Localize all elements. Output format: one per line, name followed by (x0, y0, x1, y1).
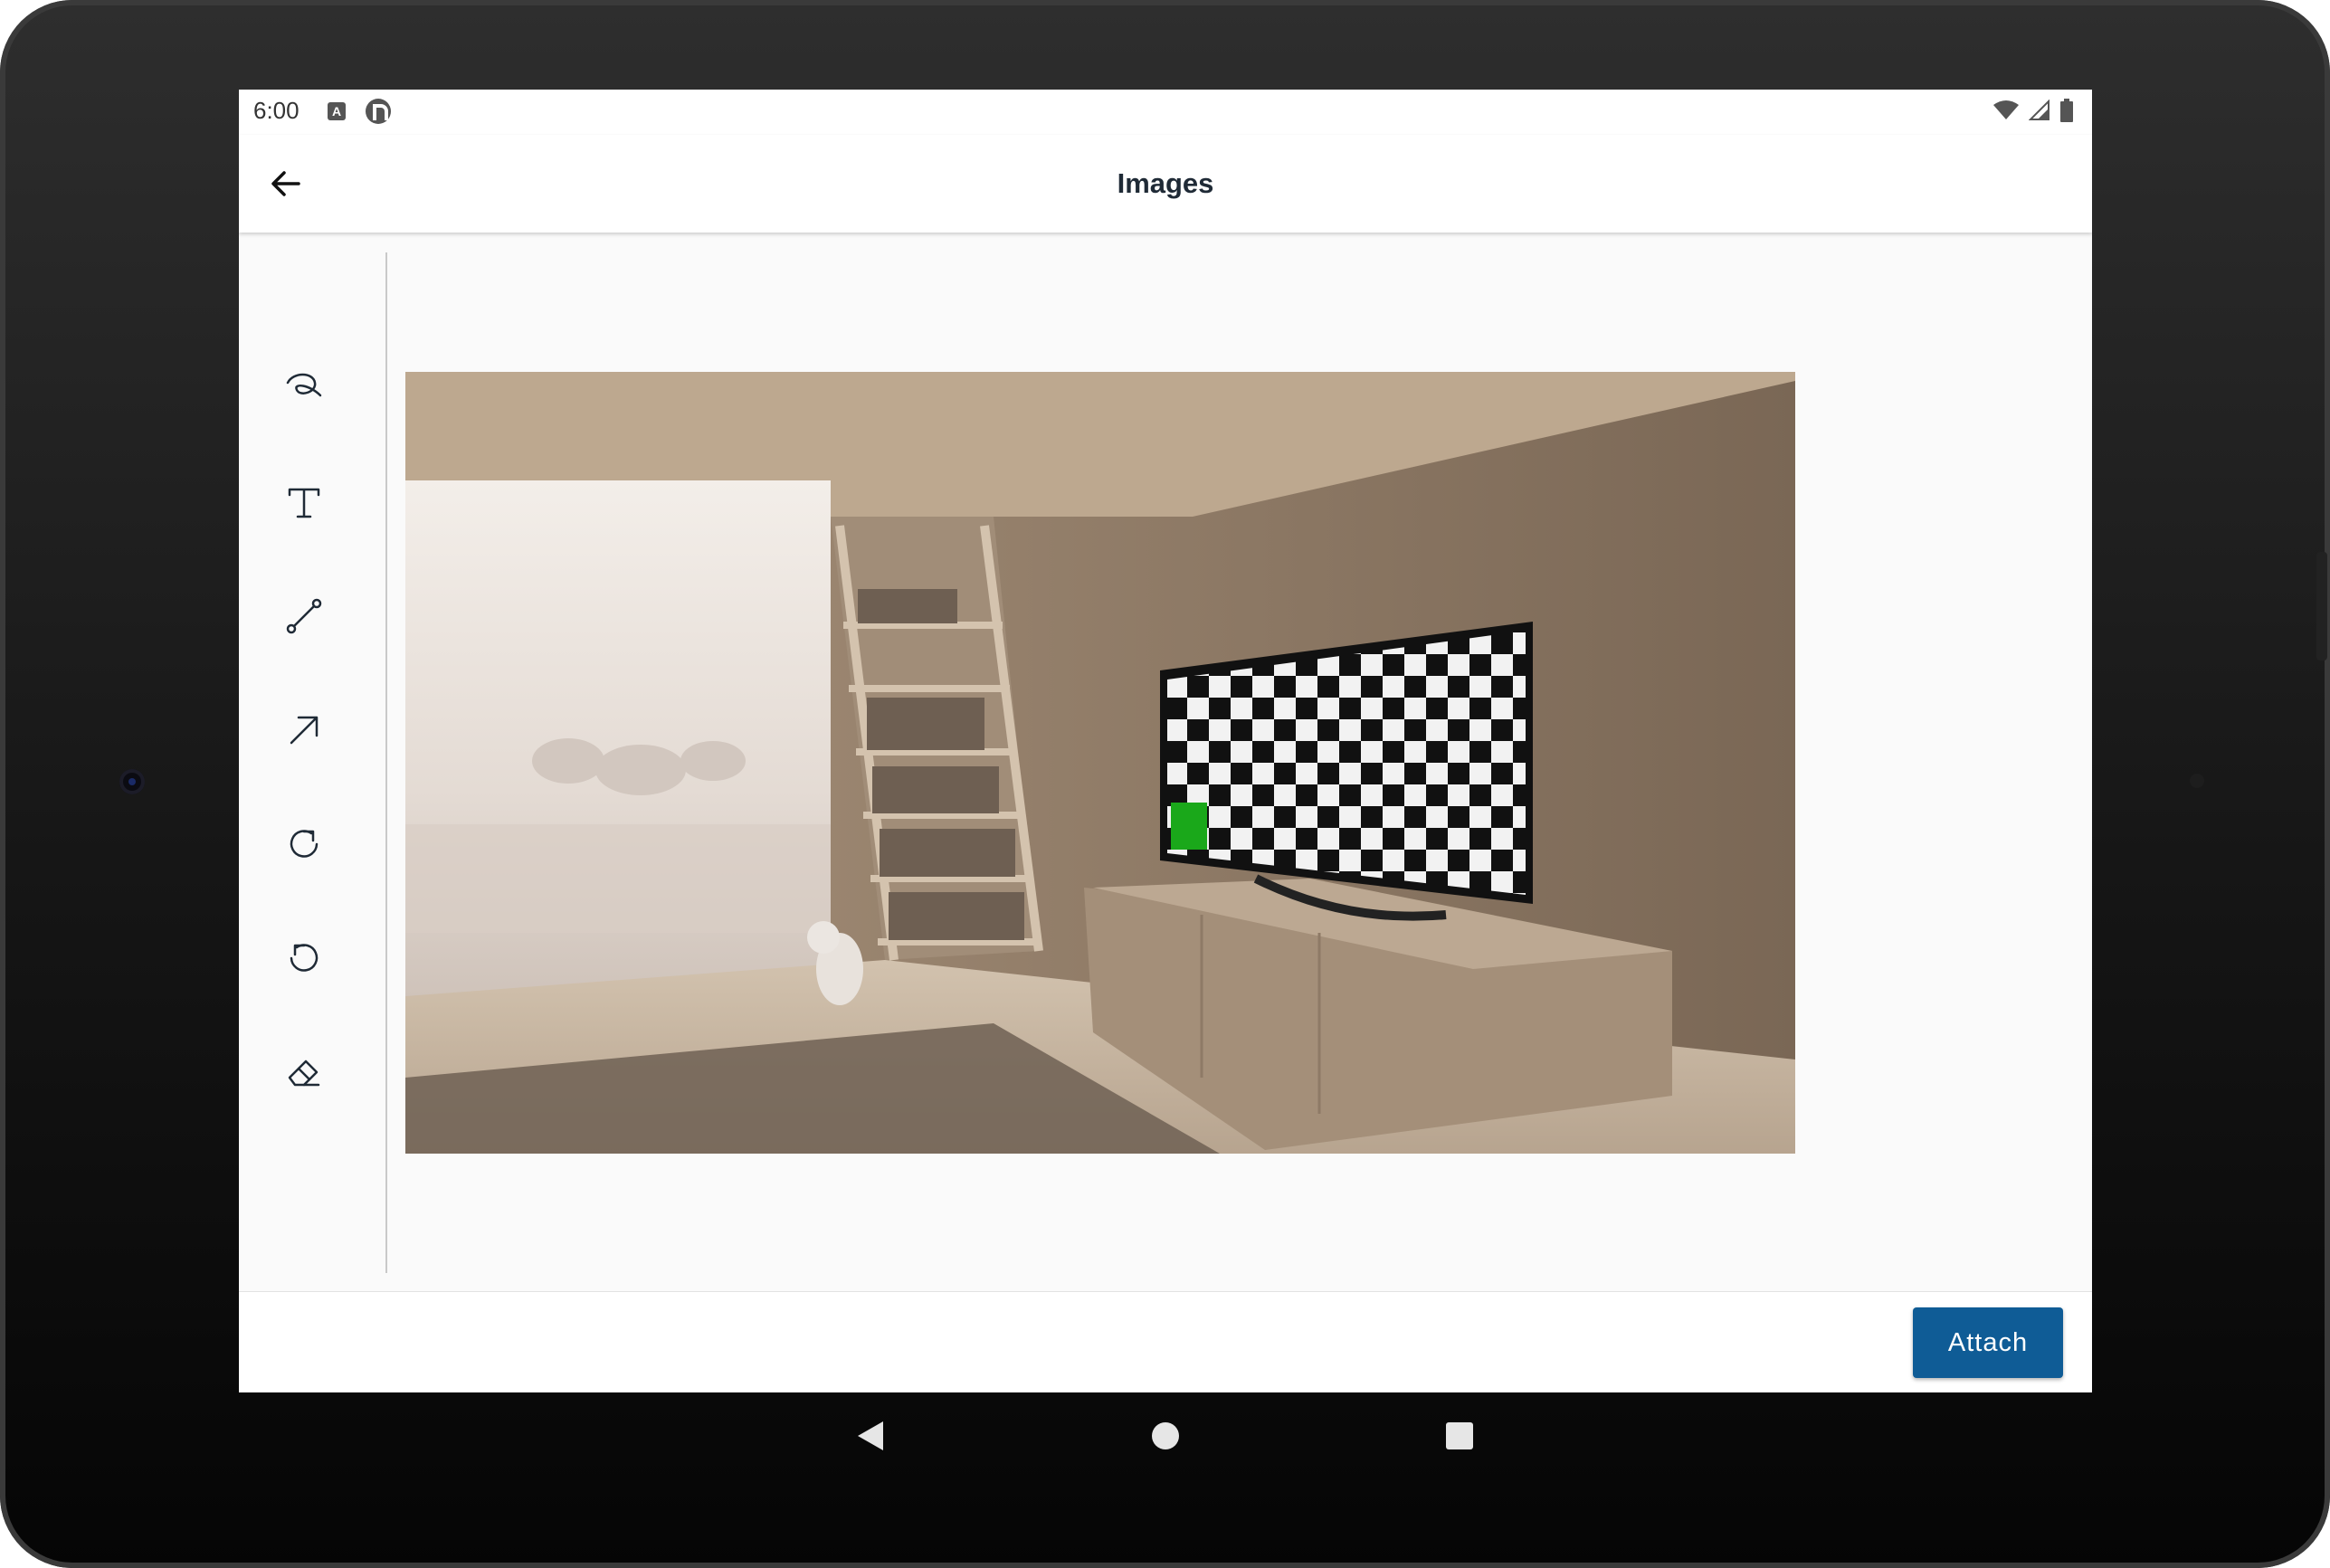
volume-button (2316, 552, 2327, 660)
status-bar: 6:00 A (239, 90, 2092, 135)
undo-tool[interactable] (275, 929, 333, 987)
back-triangle-icon[interactable] (854, 1420, 887, 1452)
toolbar-divider (385, 252, 387, 1273)
eraser-tool[interactable] (275, 1043, 333, 1101)
text-icon (288, 488, 320, 518)
signal-icon (2029, 100, 2049, 120)
line-icon (286, 598, 322, 634)
screen: 6:00 A Images Attach (239, 90, 2092, 1392)
system-nav-bar (239, 1392, 2092, 1479)
app-bar: Images (239, 135, 2092, 233)
freehand-draw-tool[interactable] (275, 359, 333, 417)
p-icon (366, 99, 391, 124)
arrow-tool[interactable] (275, 701, 333, 759)
status-time: 6:00 (253, 97, 300, 124)
sensor (2190, 774, 2204, 788)
annotation-canvas-image[interactable] (405, 372, 1795, 1154)
tablet-device: 6:00 A Images Attach (0, 0, 2330, 1568)
scribble-icon (286, 373, 322, 397)
front-camera (119, 769, 145, 794)
photo-room-with-tv (405, 372, 1795, 1154)
status-right-icons (1992, 99, 2074, 122)
battery-icon (2060, 99, 2073, 122)
arrow-icon (290, 716, 319, 745)
attach-button[interactable]: Attach (1913, 1307, 2063, 1378)
wifi-icon (1993, 100, 2019, 119)
back-button[interactable] (261, 158, 311, 209)
bottom-action-bar: Attach (239, 1291, 2092, 1392)
text-tool[interactable] (275, 473, 333, 531)
arrow-left-icon (271, 171, 300, 196)
annotation-toolbar (239, 252, 385, 1273)
eraser-icon (288, 1060, 320, 1087)
page-title: Images (1117, 167, 1214, 199)
undo-icon (290, 944, 319, 972)
a-icon: A (328, 102, 346, 120)
recents-square-icon[interactable] (1443, 1420, 1476, 1452)
home-circle-icon[interactable] (1149, 1420, 1182, 1452)
redo-tool[interactable] (275, 815, 333, 873)
line-tool[interactable] (275, 587, 333, 645)
redo-icon (290, 830, 319, 858)
